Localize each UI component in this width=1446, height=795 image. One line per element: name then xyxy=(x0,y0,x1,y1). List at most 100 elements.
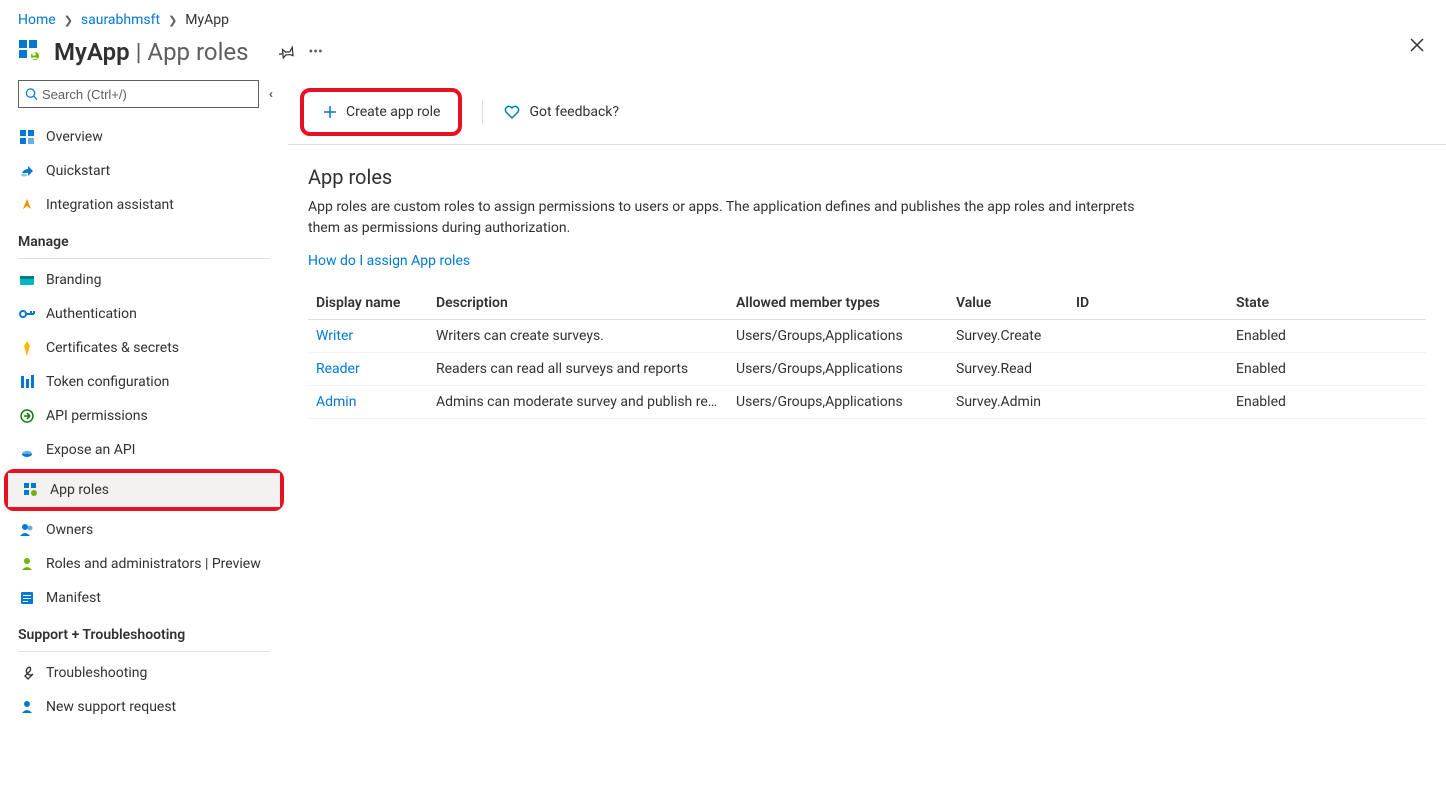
role-types: Users/Groups,Applications xyxy=(728,353,948,386)
button-label: Create app role xyxy=(346,104,440,120)
toolbar: Create app role Got feedback? xyxy=(288,80,1446,145)
create-app-role-button[interactable]: Create app role xyxy=(308,96,454,128)
sidebar-item-api-permissions[interactable]: API permissions xyxy=(0,399,288,433)
pin-icon[interactable] xyxy=(279,44,295,60)
col-value[interactable]: Value xyxy=(948,287,1068,320)
role-types: Users/Groups,Applications xyxy=(728,320,948,353)
sidebar-item-label: Certificates & secrets xyxy=(46,340,179,356)
sidebar-item-branding[interactable]: Branding xyxy=(0,263,288,297)
roles-icon xyxy=(18,555,36,573)
table-row[interactable]: Admin Admins can moderate survey and pub… xyxy=(308,386,1426,419)
page-title: MyApp | App roles xyxy=(54,38,249,66)
role-id xyxy=(1068,320,1228,353)
sidebar-item-label: Token configuration xyxy=(46,374,169,390)
more-icon[interactable]: ••• xyxy=(309,44,323,60)
main-content: Create app role Got feedback? App roles … xyxy=(288,80,1446,744)
close-icon[interactable] xyxy=(1410,38,1424,52)
sidebar-item-app-roles[interactable]: App roles xyxy=(8,473,280,507)
sidebar-item-integration[interactable]: Integration assistant xyxy=(0,188,288,222)
role-types: Users/Groups,Applications xyxy=(728,386,948,419)
chevron-right-icon: ❯ xyxy=(64,14,73,27)
col-member-types[interactable]: Allowed member types xyxy=(728,287,948,320)
toolbar-divider xyxy=(482,100,483,124)
overview-icon xyxy=(18,128,36,146)
page-header: MyApp | App roles ••• xyxy=(0,34,1446,80)
token-icon xyxy=(18,373,36,391)
sidebar-item-label: Overview xyxy=(46,129,103,145)
table-row[interactable]: Writer Writers can create surveys. Users… xyxy=(308,320,1426,353)
sidebar-item-label: New support request xyxy=(46,699,176,715)
col-description[interactable]: Description xyxy=(428,287,728,320)
assign-roles-link[interactable]: How do I assign App roles xyxy=(308,253,470,269)
sidebar-item-label: Branding xyxy=(46,272,101,288)
breadcrumb-home[interactable]: Home xyxy=(18,12,56,28)
role-name-link[interactable]: Writer xyxy=(316,328,353,344)
sidebar-item-label: Integration assistant xyxy=(46,197,174,213)
quickstart-icon xyxy=(18,162,36,180)
sidebar: ‹‹ Overview Quickstart Integration assis… xyxy=(0,80,288,744)
key-icon xyxy=(18,339,36,357)
sidebar-item-token[interactable]: Token configuration xyxy=(0,365,288,399)
breadcrumb-current: MyApp xyxy=(185,12,229,28)
role-name-link[interactable]: Reader xyxy=(316,361,360,377)
sidebar-item-overview[interactable]: Overview xyxy=(0,120,288,154)
roles-table: Display name Description Allowed member … xyxy=(308,287,1426,419)
page-title-app: MyApp xyxy=(54,38,130,66)
col-state[interactable]: State xyxy=(1228,287,1426,320)
role-name-link[interactable]: Admin xyxy=(316,394,356,410)
role-id xyxy=(1068,353,1228,386)
sidebar-item-quickstart[interactable]: Quickstart xyxy=(0,154,288,188)
sidebar-group-support: Support + Troubleshooting xyxy=(0,615,288,649)
search-input[interactable] xyxy=(18,80,259,108)
section-title: App roles xyxy=(288,145,1446,197)
role-desc: Admins can moderate survey and publish r… xyxy=(428,386,728,419)
sidebar-item-label: Roles and administrators | Preview xyxy=(46,556,261,572)
sidebar-item-roles-admins[interactable]: Roles and administrators | Preview xyxy=(0,547,288,581)
rocket-icon xyxy=(18,196,36,214)
owners-icon xyxy=(18,521,36,539)
search-icon xyxy=(25,87,38,101)
role-id xyxy=(1068,386,1228,419)
sidebar-item-label: API permissions xyxy=(46,408,148,424)
permissions-icon xyxy=(18,407,36,425)
role-value: Survey.Read xyxy=(948,353,1068,386)
sidebar-item-manifest[interactable]: Manifest xyxy=(0,581,288,615)
sidebar-item-label: Manifest xyxy=(46,590,101,606)
plus-icon xyxy=(322,104,338,120)
breadcrumb: Home ❯ saurabhmsft ❯ MyApp xyxy=(0,0,1446,34)
manifest-icon xyxy=(18,589,36,607)
sidebar-item-label: Quickstart xyxy=(46,163,110,179)
feedback-button[interactable]: Got feedback? xyxy=(503,95,633,129)
auth-icon xyxy=(18,305,36,323)
role-value: Survey.Create xyxy=(948,320,1068,353)
sidebar-item-label: Expose an API xyxy=(46,442,135,458)
app-registration-icon xyxy=(18,39,44,65)
role-state: Enabled xyxy=(1228,353,1426,386)
col-display-name[interactable]: Display name xyxy=(308,287,428,320)
highlight-app-roles: App roles xyxy=(4,469,284,511)
sidebar-item-label: Authentication xyxy=(46,306,137,322)
role-desc: Writers can create surveys. xyxy=(428,320,728,353)
button-label: Got feedback? xyxy=(529,104,619,120)
collapse-sidebar-icon[interactable]: ‹‹ xyxy=(269,87,270,101)
expose-icon xyxy=(18,441,36,459)
section-description: App roles are custom roles to assign per… xyxy=(288,197,1188,249)
branding-icon xyxy=(18,271,36,289)
table-row[interactable]: Reader Readers can read all surveys and … xyxy=(308,353,1426,386)
page-title-section: App roles xyxy=(147,38,248,66)
sidebar-item-troubleshooting[interactable]: Troubleshooting xyxy=(0,656,288,690)
role-value: Survey.Admin xyxy=(948,386,1068,419)
breadcrumb-user[interactable]: saurabhmsft xyxy=(81,12,160,28)
support-icon xyxy=(18,698,36,716)
sidebar-item-expose-api[interactable]: Expose an API xyxy=(0,433,288,467)
chevron-right-icon: ❯ xyxy=(168,14,177,27)
sidebar-item-label: Owners xyxy=(46,522,93,538)
sidebar-item-label: Troubleshooting xyxy=(46,665,147,681)
search-field[interactable] xyxy=(42,87,252,102)
sidebar-item-certificates[interactable]: Certificates & secrets xyxy=(0,331,288,365)
sidebar-item-new-support[interactable]: New support request xyxy=(0,690,288,724)
sidebar-item-authentication[interactable]: Authentication xyxy=(0,297,288,331)
col-id[interactable]: ID xyxy=(1068,287,1228,320)
app-roles-icon xyxy=(22,481,40,499)
sidebar-item-owners[interactable]: Owners xyxy=(0,513,288,547)
